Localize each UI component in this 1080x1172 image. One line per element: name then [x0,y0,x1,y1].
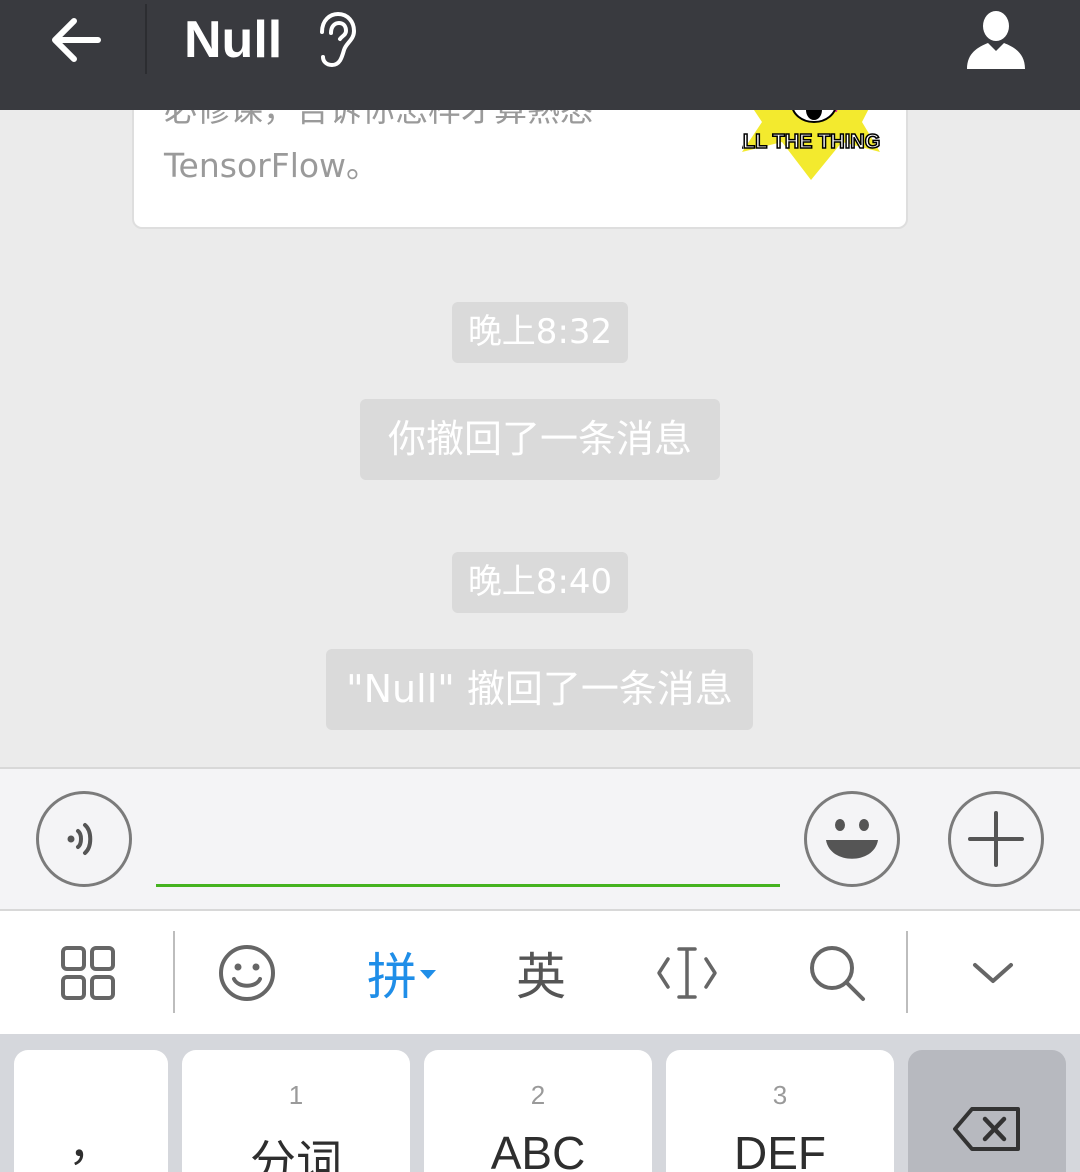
pinyin-mode-button[interactable]: 拼 [352,911,452,1034]
keyboard: ， 1 分词 2 ABC 3 DEF [0,1034,1080,1172]
key-label: ABC [490,1127,586,1172]
english-label: 英 [516,947,566,1006]
search-icon [810,945,865,1001]
back-button[interactable] [36,8,116,72]
delete-key[interactable] [908,1050,1066,1172]
article-thumbnail: ALL THE THINGS [742,110,880,180]
voice-icon [67,823,93,855]
message-input[interactable] [156,789,780,887]
toolbar-divider [173,931,175,1013]
back-arrow-icon [52,18,101,62]
chat-title: Null [184,11,283,69]
key-label: ， [68,1118,114,1170]
cursor-button[interactable] [640,911,734,1034]
chat-header: Null [0,0,1080,110]
emoji-button[interactable] [804,791,900,887]
grid-icon [61,945,115,1000]
caret-down-icon [420,969,436,979]
chat-area[interactable]: 必修课，告诉你怎样才算熟悉 TensorFlow。 ALL THE THINGS… [0,110,1080,767]
article-desc-line-1: 必修课，告诉你怎样才算熟悉 [164,110,634,138]
system-message: "Null" 撤回了一条消息 [326,649,753,730]
ime-emoji-button[interactable] [200,911,294,1034]
profile-button[interactable] [960,6,1032,74]
key-label: 分词 [250,1136,342,1172]
ime-menu-button[interactable] [40,911,136,1034]
key-1-segment[interactable]: 1 分词 [182,1050,410,1172]
search-button[interactable] [790,911,884,1034]
chevron-down-icon [973,962,1013,983]
timestamp-chip: 晚上8:40 [452,552,628,613]
toolbar-divider [906,931,908,1013]
article-card[interactable]: 必修课，告诉你怎样才算熟悉 TensorFlow。 ALL THE THINGS [132,110,908,229]
ear-icon[interactable] [312,10,362,70]
english-mode-button[interactable]: 英 [494,911,588,1034]
system-message: 你撤回了一条消息 [360,399,720,480]
pinyin-label: 拼 [367,947,417,1006]
key-comma[interactable]: ， [14,1050,168,1172]
backspace-icon [953,1107,1020,1151]
key-number: 3 [772,1080,788,1110]
plus-icon [968,811,1024,867]
key-2-abc[interactable]: 2 ABC [424,1050,652,1172]
thumbnail-text: ALL THE THINGS [742,131,880,153]
person-icon [967,11,1025,69]
article-description: 必修课，告诉你怎样才算熟悉 TensorFlow。 [164,110,634,194]
key-label: DEF [734,1127,826,1172]
article-desc-line-2: TensorFlow。 [164,146,380,185]
ime-toolbar: 拼 英 [0,911,1080,1034]
smiley-icon [826,819,878,859]
key-number: 1 [288,1080,304,1110]
key-number: 2 [530,1080,546,1110]
smiley-icon [219,944,275,1001]
header-divider [145,4,147,74]
timestamp-chip: 晚上8:32 [452,302,628,363]
key-3-def[interactable]: 3 DEF [666,1050,894,1172]
voice-button[interactable] [36,791,132,887]
more-button[interactable] [948,791,1044,887]
collapse-keyboard-button[interactable] [946,911,1040,1034]
message-input-bar [0,767,1080,911]
cursor-icon [657,946,717,999]
